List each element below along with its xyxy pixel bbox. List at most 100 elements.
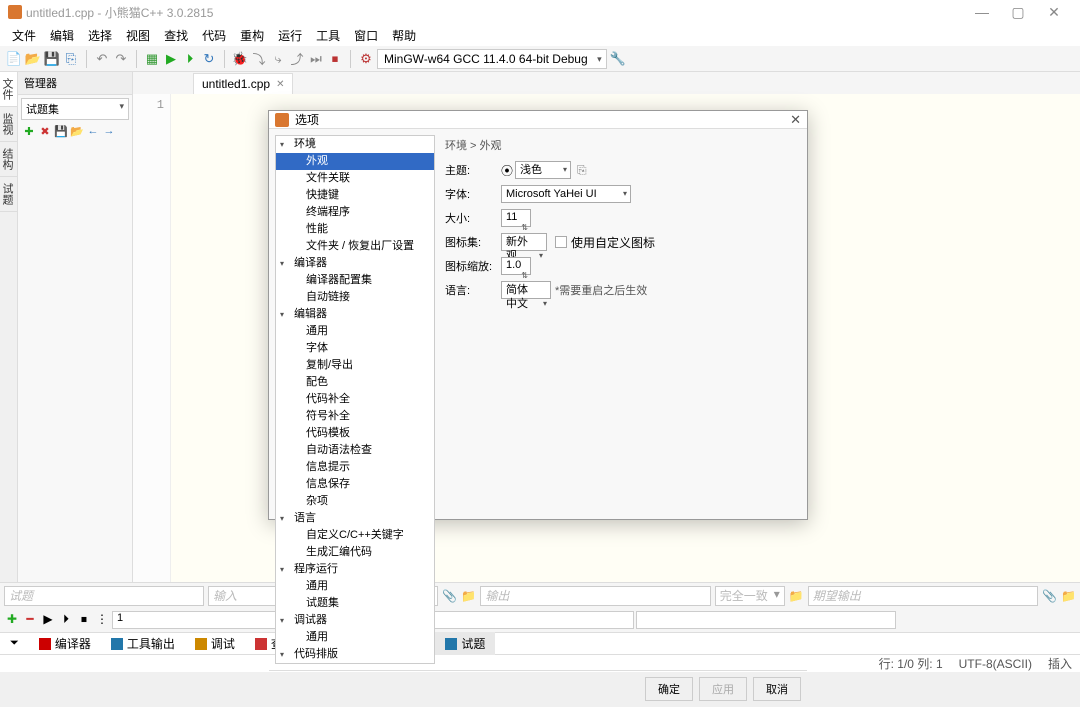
folder-icon[interactable]: 📁 bbox=[1061, 589, 1076, 603]
manager-combo[interactable]: 试题集 bbox=[21, 98, 129, 120]
step-out-icon[interactable]: ⤴ bbox=[289, 51, 305, 67]
tree-item[interactable]: 代码排版 bbox=[276, 646, 434, 663]
tree-item[interactable]: 自定义C/C++关键字 bbox=[276, 527, 434, 544]
add-icon[interactable]: ✚ bbox=[22, 125, 36, 139]
run-icon[interactable]: ▶ bbox=[163, 51, 179, 67]
iconset-select[interactable]: 新外观 bbox=[501, 233, 547, 251]
stop-icon[interactable]: ⏹ bbox=[327, 51, 343, 67]
tree-item[interactable]: 符号补全 bbox=[276, 408, 434, 425]
compile-run-icon[interactable]: ⏵ bbox=[182, 51, 198, 67]
tree-item[interactable]: 试题集 bbox=[276, 595, 434, 612]
tree-item[interactable]: 编译器配置集 bbox=[276, 272, 434, 289]
add-case-icon[interactable]: ✚ bbox=[4, 612, 20, 628]
step-over-icon[interactable]: ⤵ bbox=[251, 51, 267, 67]
apply-button[interactable]: 应用 bbox=[699, 677, 747, 701]
undo-icon[interactable]: ↶ bbox=[94, 51, 110, 67]
tree-item[interactable]: 字体 bbox=[276, 340, 434, 357]
tree-item[interactable]: 代码补全 bbox=[276, 391, 434, 408]
options-tree[interactable]: 环境外观文件关联快捷键终端程序性能文件夹 / 恢复出厂设置编译器编译器配置集自动… bbox=[275, 135, 435, 664]
open-icon[interactable]: 📂 bbox=[25, 51, 41, 67]
menu-item[interactable]: 编辑 bbox=[44, 25, 80, 46]
tree-item[interactable]: 调试器 bbox=[276, 612, 434, 629]
side-tab[interactable]: 监视 bbox=[0, 107, 17, 142]
test-input[interactable]: 试题 bbox=[4, 586, 204, 606]
tree-item[interactable]: 通用 bbox=[276, 323, 434, 340]
tree-item[interactable]: 快捷键 bbox=[276, 187, 434, 204]
compile-icon[interactable]: ▦ bbox=[144, 51, 160, 67]
menu-item[interactable]: 工具 bbox=[310, 25, 346, 46]
menu-item[interactable]: 代码 bbox=[196, 25, 232, 46]
tree-item[interactable]: 性能 bbox=[276, 221, 434, 238]
tree-item[interactable]: 通用 bbox=[276, 629, 434, 646]
save-icon[interactable]: 💾 bbox=[54, 125, 68, 139]
tree-item[interactable]: 编辑器 bbox=[276, 306, 434, 323]
close-button[interactable]: ✕ bbox=[1036, 2, 1072, 22]
cancel-button[interactable]: 取消 bbox=[753, 677, 801, 701]
custom-icon-checkbox[interactable] bbox=[555, 236, 567, 248]
menu-item[interactable]: 视图 bbox=[120, 25, 156, 46]
tree-item[interactable]: 外观 bbox=[276, 153, 434, 170]
tree-item[interactable]: 配色 bbox=[276, 374, 434, 391]
save-all-icon[interactable]: ⎘ bbox=[63, 51, 79, 67]
side-tab[interactable]: 文件 bbox=[0, 72, 17, 107]
step-into-icon[interactable]: ⤷ bbox=[270, 51, 286, 67]
tree-item[interactable]: 自动链接 bbox=[276, 289, 434, 306]
tree-item[interactable]: 终端程序 bbox=[276, 204, 434, 221]
prev-icon[interactable]: ← bbox=[86, 125, 100, 139]
tree-item[interactable]: 编译器 bbox=[276, 255, 434, 272]
tree-item[interactable]: 程序运行 bbox=[276, 561, 434, 578]
copy-theme-icon[interactable]: ⎘ bbox=[577, 163, 587, 178]
lang-select[interactable]: 简体中文 bbox=[501, 281, 551, 299]
debug-icon[interactable]: 🐞 bbox=[232, 51, 248, 67]
tree-item[interactable]: 生成汇编代码 bbox=[276, 544, 434, 561]
tree-item[interactable]: 文件关联 bbox=[276, 170, 434, 187]
compiler-settings-icon[interactable]: 🔧 bbox=[610, 51, 626, 67]
menu-item[interactable]: 选择 bbox=[82, 25, 118, 46]
open-icon[interactable]: 📂 bbox=[70, 125, 84, 139]
menu-item[interactable]: 重构 bbox=[234, 25, 270, 46]
side-tab[interactable]: 结构 bbox=[0, 142, 17, 177]
attach-icon[interactable]: 📎 bbox=[1042, 589, 1057, 603]
maximize-button[interactable]: ▢ bbox=[1000, 2, 1036, 22]
run-all-icon[interactable]: ⏵ bbox=[58, 612, 74, 628]
remove-icon[interactable]: ✖ bbox=[38, 125, 52, 139]
stop-case-icon[interactable]: ⏹ bbox=[76, 612, 92, 628]
tree-item[interactable]: 代码模板 bbox=[276, 425, 434, 442]
tree-item[interactable]: 语言 bbox=[276, 510, 434, 527]
menu-item[interactable]: 文件 bbox=[6, 25, 42, 46]
next-icon[interactable]: → bbox=[102, 125, 116, 139]
tree-item[interactable]: 文件夹 / 恢复出厂设置 bbox=[276, 238, 434, 255]
more-icon[interactable]: ⋮ bbox=[94, 612, 110, 628]
menu-item[interactable]: 帮助 bbox=[386, 25, 422, 46]
tree-item[interactable]: 信息提示 bbox=[276, 459, 434, 476]
rebuild-icon[interactable]: ↻ bbox=[201, 51, 217, 67]
font-select[interactable]: Microsoft YaHei UI bbox=[501, 185, 631, 203]
redo-icon[interactable]: ↷ bbox=[113, 51, 129, 67]
remove-case-icon[interactable]: ━ bbox=[22, 612, 38, 628]
iconzoom-spinner[interactable]: 1.0 bbox=[501, 257, 531, 275]
dialog-close-icon[interactable]: ✕ bbox=[790, 112, 801, 128]
menu-item[interactable]: 运行 bbox=[272, 25, 308, 46]
settings-icon[interactable]: ⚙ bbox=[358, 51, 374, 67]
tab-close-icon[interactable]: ✕ bbox=[276, 79, 284, 90]
tree-item[interactable]: 环境 bbox=[276, 136, 434, 153]
expected-input[interactable]: 期望输出 bbox=[808, 586, 1038, 606]
tree-item[interactable]: 杂项 bbox=[276, 493, 434, 510]
tree-item[interactable]: 自动语法检查 bbox=[276, 442, 434, 459]
continue-icon[interactable]: ⏭ bbox=[308, 51, 324, 67]
size-spinner[interactable]: 11 bbox=[501, 209, 531, 227]
menu-item[interactable]: 查找 bbox=[158, 25, 194, 46]
compiler-combo[interactable]: MinGW-w64 GCC 11.4.0 64-bit Debug bbox=[377, 49, 607, 69]
tree-item[interactable]: 信息保存 bbox=[276, 476, 434, 493]
side-tab[interactable]: 试题 bbox=[0, 177, 17, 212]
save-icon[interactable]: 💾 bbox=[44, 51, 60, 67]
theme-select[interactable]: 浅色 bbox=[515, 161, 571, 179]
run-case-icon[interactable]: ▶ bbox=[40, 612, 56, 628]
tree-item[interactable]: 复制/导出 bbox=[276, 357, 434, 374]
minimize-button[interactable]: — bbox=[964, 2, 1000, 22]
new-file-icon[interactable]: 📄 bbox=[6, 51, 22, 67]
menu-item[interactable]: 窗口 bbox=[348, 25, 384, 46]
ok-button[interactable]: 确定 bbox=[645, 677, 693, 701]
editor-tab[interactable]: untitled1.cpp ✕ bbox=[193, 73, 293, 94]
tree-item[interactable]: 通用 bbox=[276, 578, 434, 595]
